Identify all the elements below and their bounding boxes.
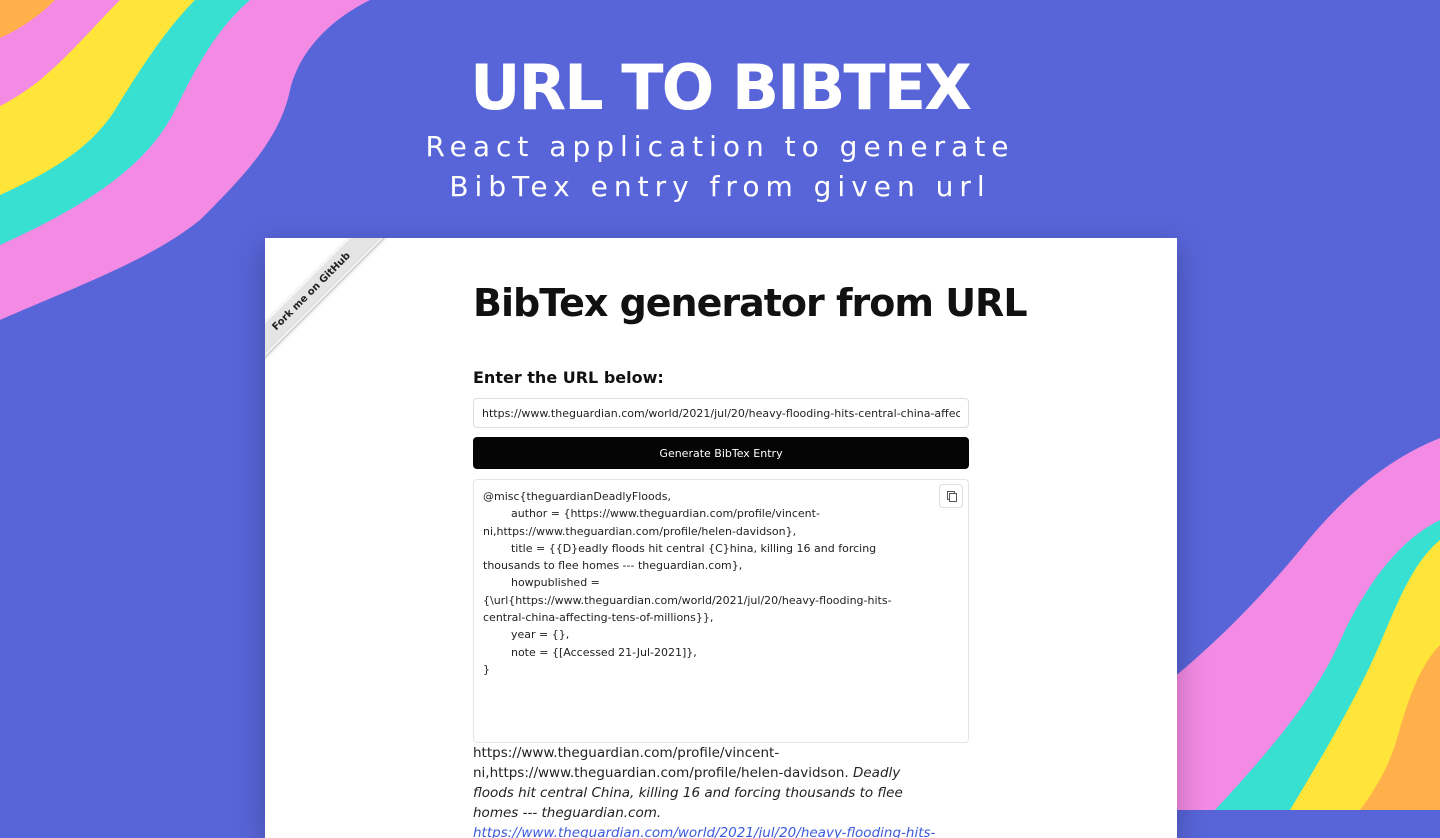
app-title: BibTex generator from URL [473, 281, 1028, 325]
citation-link[interactable]: https://www.theguardian.com/world/2021/j… [473, 825, 935, 838]
citation-authors: https://www.theguardian.com/profile/vinc… [473, 745, 849, 781]
github-ribbon-container: Fork me on GitHub [265, 238, 415, 388]
copy-button[interactable] [939, 484, 963, 508]
hero-subtitle-line2: BibTex entry from given url [449, 170, 991, 203]
app-screenshot-card: Fork me on GitHub BibTex generator from … [265, 238, 1177, 838]
generate-bibtex-button[interactable]: Generate BibTex Entry [473, 437, 969, 469]
bibtex-output[interactable]: @misc{theguardianDeadlyFloods, author = … [473, 479, 969, 743]
fork-on-github-ribbon[interactable]: Fork me on GitHub [265, 238, 388, 368]
url-label: Enter the URL below: [473, 368, 664, 387]
hero-title: URL TO BIBTEX [470, 51, 972, 124]
copy-icon-front [949, 493, 957, 502]
formatted-citation: https://www.theguardian.com/profile/vinc… [473, 743, 943, 838]
hero-subtitle-line1: React application to generate [425, 130, 1015, 163]
url-input[interactable] [473, 398, 969, 428]
